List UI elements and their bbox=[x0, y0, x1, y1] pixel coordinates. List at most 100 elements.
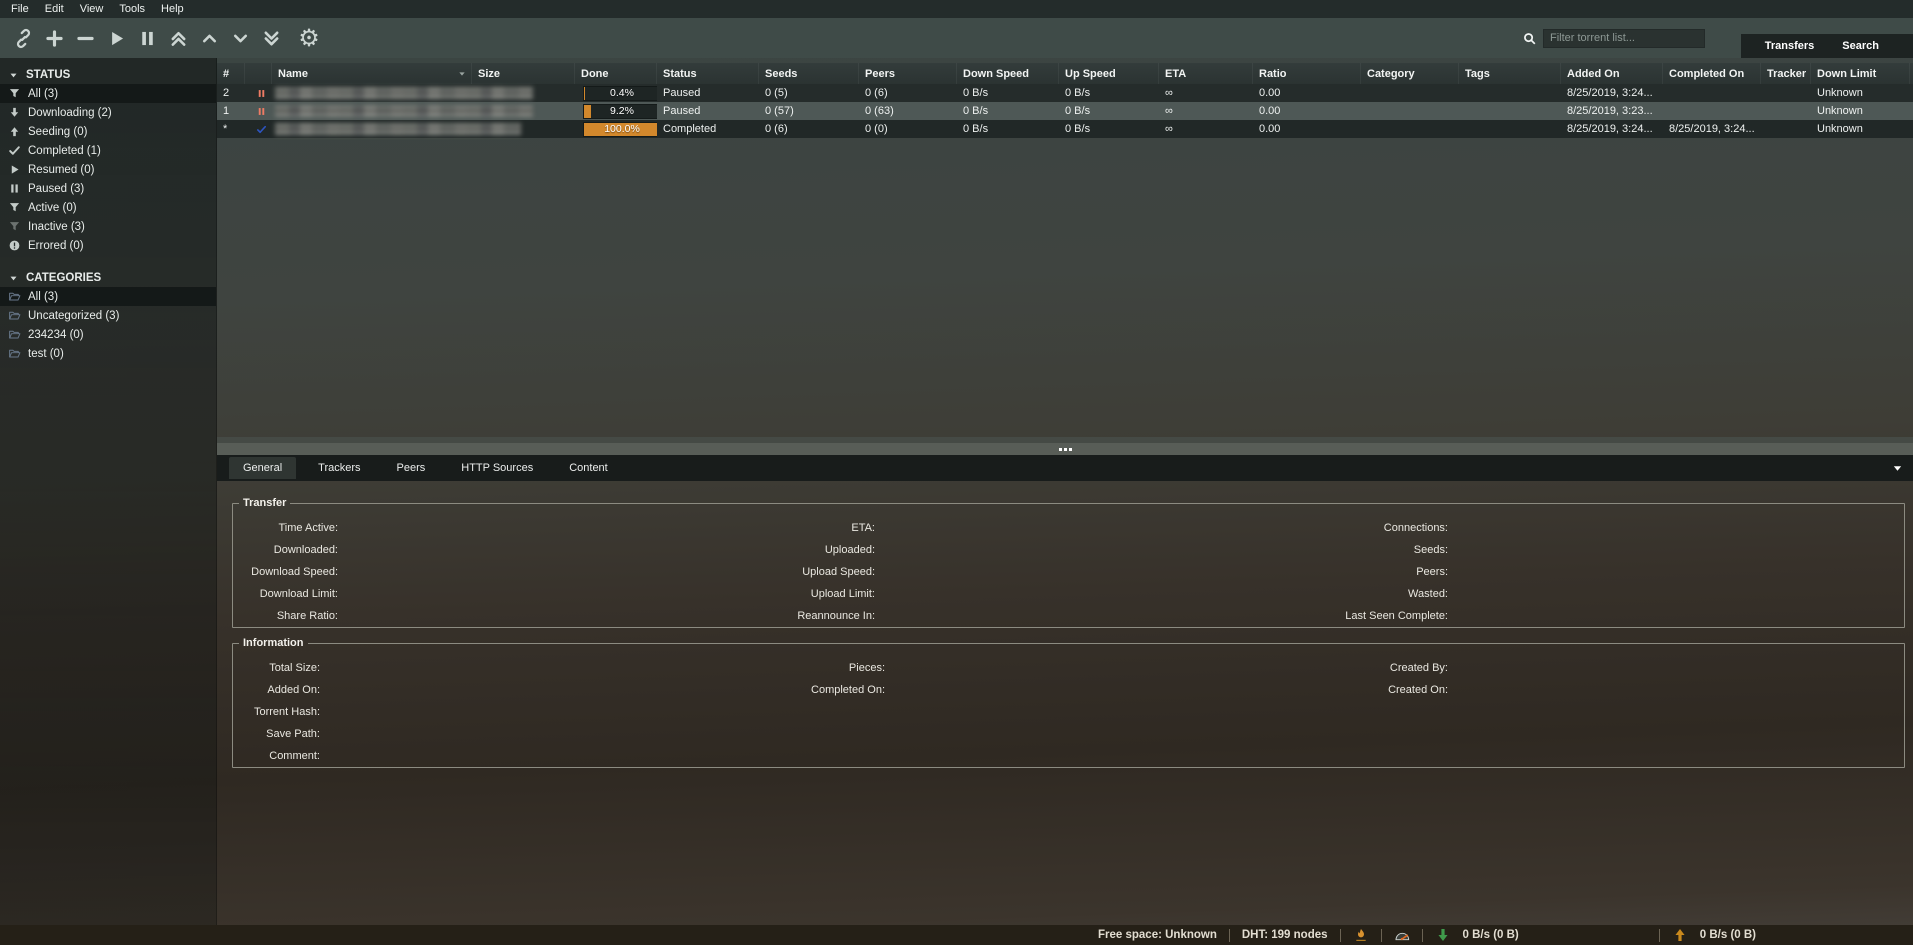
menu-edit[interactable]: Edit bbox=[40, 1, 75, 17]
sidebar-status-seeding-0[interactable]: Seeding (0) bbox=[0, 122, 216, 141]
sidebar-status-errored-0[interactable]: Errored (0) bbox=[0, 236, 216, 255]
progress-label: 100.0% bbox=[584, 123, 657, 136]
column-header-peers[interactable]: Peers bbox=[859, 63, 957, 84]
field-label: Peers: bbox=[875, 566, 1448, 578]
resume-button[interactable] bbox=[101, 23, 131, 53]
pane-splitter[interactable] bbox=[217, 437, 1913, 455]
field-label: Uploaded: bbox=[338, 544, 875, 556]
sidebar-item-label: Active (0) bbox=[28, 202, 77, 214]
sidebar-status-paused-3[interactable]: Paused (3) bbox=[0, 179, 216, 198]
sidebar-status-completed-1[interactable]: Completed (1) bbox=[0, 141, 216, 160]
pause-icon bbox=[7, 182, 21, 196]
sidebar-status-downloading-2[interactable]: Downloading (2) bbox=[0, 103, 216, 122]
column-header-#[interactable]: # bbox=[217, 63, 245, 84]
pause-button[interactable] bbox=[132, 23, 162, 53]
column-header-size[interactable]: Size bbox=[472, 63, 575, 84]
column-header-category[interactable]: Category bbox=[1361, 63, 1459, 84]
move-up-button[interactable] bbox=[194, 23, 224, 53]
sidebar-category-234234-0[interactable]: 234234 (0) bbox=[0, 325, 216, 344]
column-header-completed-on[interactable]: Completed On bbox=[1663, 63, 1761, 84]
column-header-name[interactable]: Name bbox=[272, 63, 472, 84]
completed-check-icon bbox=[256, 124, 267, 135]
column-header-label: Seeds bbox=[765, 68, 797, 80]
add-torrent-file-button[interactable] bbox=[39, 23, 69, 53]
panel-collapse-chevron-icon[interactable] bbox=[1892, 463, 1903, 474]
download-speed-icon bbox=[1435, 927, 1451, 943]
torrent-row[interactable]: 19.2%Paused0 (57)0 (63)0 B/s0 B/s∞0.008/… bbox=[217, 102, 1913, 120]
column-header-eta[interactable]: ETA bbox=[1159, 63, 1253, 84]
torrent-row[interactable]: 20.4%Paused0 (5)0 (6)0 B/s0 B/s∞0.008/25… bbox=[217, 84, 1913, 102]
column-header-tracker[interactable]: Tracker bbox=[1761, 63, 1811, 84]
paused-state-icon bbox=[256, 88, 267, 99]
cell-ratio: 0.00 bbox=[1253, 123, 1361, 135]
sidebar-status-active-0[interactable]: Active (0) bbox=[0, 198, 216, 217]
menu-view[interactable]: View bbox=[75, 1, 115, 17]
cell-completed_on: 8/25/2019, 3:24... bbox=[1663, 123, 1761, 135]
column-header-down-speed[interactable]: Down Speed bbox=[957, 63, 1059, 84]
add-torrent-link-button[interactable] bbox=[8, 23, 38, 53]
tab-transfers[interactable]: Transfers bbox=[1751, 36, 1829, 56]
menu-tools[interactable]: Tools bbox=[114, 1, 156, 17]
field-label: Comment: bbox=[233, 750, 320, 762]
global-download-speed[interactable]: 0 B/s (0 B) bbox=[1463, 929, 1519, 941]
cell-eta: ∞ bbox=[1159, 87, 1253, 99]
sidebar-status-all-3[interactable]: All (3) bbox=[0, 84, 216, 103]
status-section-header[interactable]: STATUS bbox=[0, 66, 216, 84]
column-header-tags[interactable]: Tags bbox=[1459, 63, 1561, 84]
cell-up_speed: 0 B/s bbox=[1059, 123, 1159, 135]
column-header-seeds[interactable]: Seeds bbox=[759, 63, 859, 84]
details-label-row: Comment: bbox=[233, 745, 1904, 767]
move-top-button[interactable] bbox=[163, 23, 193, 53]
sort-descending-icon bbox=[458, 70, 466, 78]
column-header-down-limit[interactable]: Down Limit bbox=[1811, 63, 1910, 84]
torrent-row[interactable]: *100.0%Completed0 (6)0 (0)0 B/s0 B/s∞0.0… bbox=[217, 120, 1913, 138]
details-label-row: Share Ratio:Reannounce In:Last Seen Comp… bbox=[233, 605, 1904, 627]
sidebar-status-resumed-0[interactable]: Resumed (0) bbox=[0, 160, 216, 179]
status-section: STATUS All (3)Downloading (2) Seeding (0)… bbox=[0, 66, 216, 255]
column-header-ratio[interactable]: Ratio bbox=[1253, 63, 1361, 84]
menu-help[interactable]: Help bbox=[156, 1, 195, 17]
filter-torrent-input[interactable] bbox=[1543, 29, 1705, 48]
column-header-added-on[interactable]: Added On bbox=[1561, 63, 1663, 84]
funnel-icon bbox=[7, 201, 21, 215]
details-label-row: Torrent Hash: bbox=[233, 701, 1904, 723]
field-label: Time Active: bbox=[233, 522, 338, 534]
sidebar-item-label: All (3) bbox=[28, 291, 58, 303]
alt-speed-limits-icon[interactable] bbox=[1394, 927, 1410, 943]
cell-added_on: 8/25/2019, 3:24... bbox=[1561, 123, 1663, 135]
column-header-label: Completed On bbox=[1669, 68, 1744, 80]
column-header-state-icon[interactable] bbox=[245, 63, 272, 84]
cell-down_limit: Unknown bbox=[1811, 123, 1910, 135]
folder-icon bbox=[7, 309, 21, 323]
details-tab-content[interactable]: Content bbox=[555, 457, 622, 479]
column-header-up-speed[interactable]: Up Speed bbox=[1059, 63, 1159, 84]
sidebar-item-label: Seeding (0) bbox=[28, 126, 87, 138]
column-header-status[interactable]: Status bbox=[657, 63, 759, 84]
sidebar-category-test-0[interactable]: test (0) bbox=[0, 344, 216, 363]
folder-icon bbox=[7, 347, 21, 361]
dht-nodes-label: DHT: 199 nodes bbox=[1242, 929, 1328, 941]
sidebar-status-inactive-3[interactable]: Inactive (3) bbox=[0, 217, 216, 236]
sidebar-category-all-3[interactable]: All (3) bbox=[0, 287, 216, 306]
options-button[interactable]: ⚙ bbox=[294, 23, 324, 53]
cell-done: 9.2% bbox=[575, 104, 657, 119]
connection-status-icon[interactable] bbox=[1353, 927, 1369, 943]
global-upload-speed[interactable]: 0 B/s (0 B) bbox=[1700, 929, 1756, 941]
field-label: Torrent Hash: bbox=[233, 706, 320, 718]
menubar: FileEditViewToolsHelp bbox=[0, 0, 1913, 18]
column-header-done[interactable]: Done bbox=[575, 63, 657, 84]
delete-button[interactable] bbox=[70, 23, 100, 53]
sidebar-item-label: Paused (3) bbox=[28, 183, 84, 195]
menu-file[interactable]: File bbox=[6, 1, 40, 17]
categories-section-header[interactable]: CATEGORIES bbox=[0, 269, 216, 287]
move-bottom-button[interactable] bbox=[256, 23, 286, 53]
details-tab-peers[interactable]: Peers bbox=[383, 457, 440, 479]
field-label: Download Limit: bbox=[233, 588, 338, 600]
details-tab-general[interactable]: General bbox=[229, 457, 296, 479]
column-header-label: ETA bbox=[1165, 68, 1186, 80]
tab-search[interactable]: Search bbox=[1828, 36, 1893, 56]
sidebar-category-uncategorized-3[interactable]: Uncategorized (3) bbox=[0, 306, 216, 325]
details-tab-http-sources[interactable]: HTTP Sources bbox=[447, 457, 547, 479]
details-tab-trackers[interactable]: Trackers bbox=[304, 457, 374, 479]
move-down-button[interactable] bbox=[225, 23, 255, 53]
